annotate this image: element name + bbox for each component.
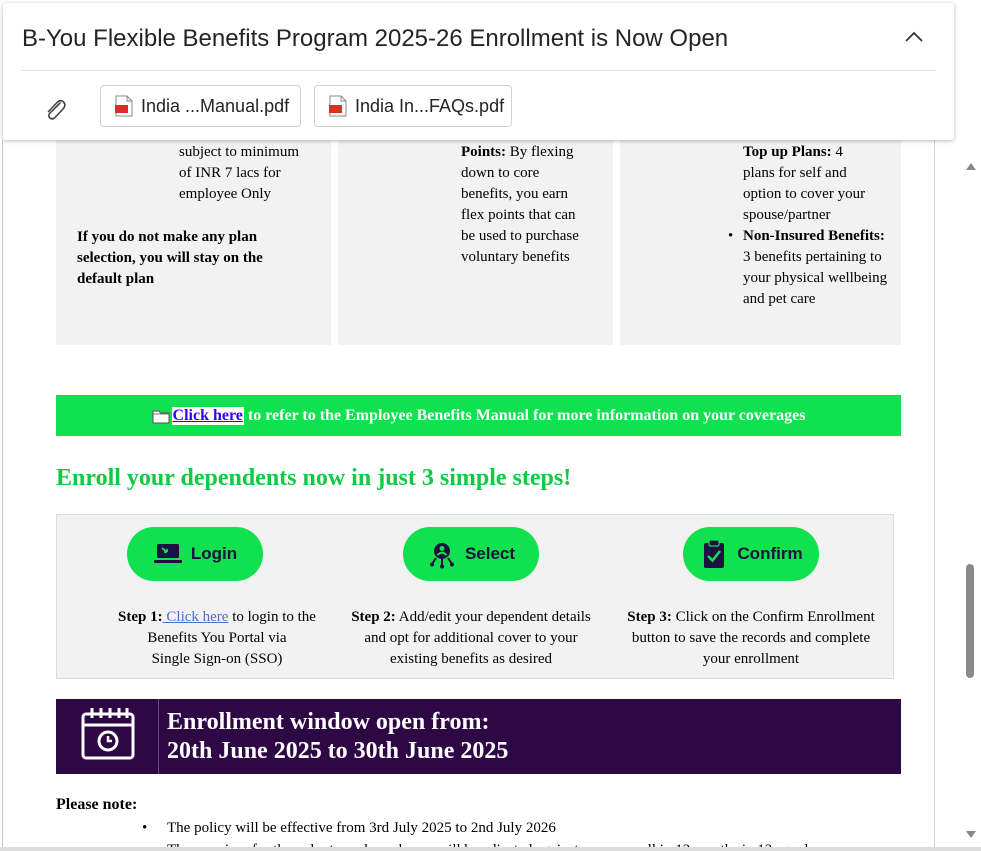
- steps-heading: Enroll your dependents now in just 3 sim…: [56, 465, 572, 491]
- laptop-icon: [153, 544, 182, 563]
- step-1-line: Single Sign-on (SSO): [151, 651, 283, 667]
- select-button-label: Select: [464, 544, 516, 563]
- card2-line: benefits, you earn: [461, 186, 569, 202]
- step-3-label: Step 3:: [627, 609, 672, 625]
- benefit-card-core: subject to minimum of INR 7 lacs for emp…: [56, 140, 331, 345]
- steps-panel: Login Select Confirm Step 1: Click here …: [56, 514, 894, 679]
- step-1-line: Benefits You Portal via: [147, 630, 287, 646]
- email-subject: B-You Flexible Benefits Program 2025-26 …: [22, 25, 729, 52]
- login-button-label: Login: [190, 544, 238, 563]
- card3-line: option to cover your: [743, 186, 866, 202]
- message-header: B-You Flexible Benefits Program 2025-26 …: [3, 3, 954, 140]
- card1-line: subject to minimum: [179, 144, 299, 160]
- person-network-icon: [429, 543, 454, 569]
- portal-login-link[interactable]: Click here: [163, 609, 228, 625]
- notes-list: The policy will be effective from 3rd Ju…: [142, 817, 809, 851]
- card1-lines: subject to minimum of INR 7 lacs for emp…: [179, 142, 299, 205]
- attachment-faqs[interactable]: India In...FAQs.pdf: [314, 85, 512, 127]
- confirm-button-label: Confirm: [737, 544, 803, 563]
- confirm-button[interactable]: Confirm: [683, 527, 819, 581]
- folder-icon: [152, 410, 170, 423]
- flex-points-label: Points:: [461, 144, 506, 160]
- manual-banner-text: to refer to the Employee Benefits Manual…: [243, 406, 806, 424]
- step-2-text: Step 2: Add/edit your dependent details …: [341, 607, 601, 670]
- card3-line: spouse/partner: [743, 207, 831, 223]
- non-insured-label: Non-Insured Benefits:: [743, 228, 885, 244]
- manual-banner: Click here to refer to the Employee Bene…: [56, 395, 901, 436]
- attachment-manual[interactable]: India ...Manual.pdf: [100, 85, 301, 127]
- select-button[interactable]: Select: [403, 527, 539, 581]
- attachment-name: India ...Manual.pdf: [141, 95, 290, 116]
- card3-cut-line: Top up Plans: 4: [743, 142, 893, 163]
- step-1-text: Step 1: Click here to login to the Benef…: [81, 607, 353, 670]
- non-insured-bullet: • Non-Insured Benefits: 3 benefits perta…: [728, 226, 893, 310]
- calendar-box: [56, 699, 159, 774]
- attachment-name: India In...FAQs.pdf: [355, 95, 505, 116]
- card1-line: employee Only: [179, 186, 272, 202]
- login-button[interactable]: Login: [127, 527, 263, 581]
- enrollment-window-dates: 20th June 2025 to 30th June 2025: [167, 738, 509, 764]
- non-insured-text: 3 benefits pertaining to your physical w…: [743, 249, 888, 307]
- enrollment-window-title: Enrollment window open from:: [167, 709, 490, 735]
- scroll-down-arrow-icon[interactable]: [966, 831, 976, 838]
- reading-pane-border: [2, 140, 3, 851]
- collapse-header-button[interactable]: [899, 25, 929, 51]
- enrollment-window-banner: Enrollment window open from: 20th June 2…: [56, 699, 901, 774]
- calendar-icon: [81, 708, 135, 760]
- card3-text: Top up Plans: 4 plans for self and optio…: [728, 142, 893, 310]
- enrollment-window-text: Enrollment window open from: 20th June 2…: [167, 708, 508, 766]
- default-plan-note: If you do not make any plan selection, y…: [77, 229, 263, 287]
- card2-line: be used to purchase: [461, 228, 579, 244]
- card2-line: voluntary benefits: [461, 249, 570, 265]
- window-bottom-edge: [0, 847, 981, 851]
- step-2-description: Add/edit your dependent details and opt …: [364, 609, 591, 667]
- benefit-card-voluntary: Top up Plans: 4 plans for self and optio…: [620, 140, 901, 345]
- note-item: The policy will be effective from 3rd Ju…: [142, 817, 809, 839]
- card2-line: flex points that can: [461, 207, 576, 223]
- clipboard-check-icon: [704, 539, 725, 568]
- notes-title: Please note:: [56, 796, 138, 813]
- card2-line: down to core: [461, 165, 540, 181]
- step-3-text: Step 3: Click on the Confirm Enrollment …: [617, 607, 885, 670]
- top-up-label: Top up Plans:: [743, 144, 832, 160]
- paperclip-icon: [47, 99, 66, 120]
- benefit-card-flex-points: Points: By flexing down to core benefits…: [338, 140, 613, 345]
- card3-line: plans for self and: [743, 165, 847, 181]
- card3-cut-text: 4: [831, 144, 843, 160]
- vertical-scrollbar[interactable]: [959, 155, 981, 851]
- manual-link[interactable]: Click here: [171, 406, 244, 425]
- card2-text: Points: By flexing down to core benefits…: [461, 142, 606, 268]
- step-1-text-part: to login to the: [228, 609, 316, 625]
- pdf-icon: [329, 95, 347, 117]
- pdf-icon: [115, 95, 133, 117]
- step-1-line: Step 1: Click here to login to the: [81, 607, 353, 628]
- scroll-up-arrow-icon[interactable]: [966, 163, 976, 170]
- reading-pane-border: [934, 140, 935, 851]
- card2-cut-text: By flexing: [506, 144, 574, 160]
- step-2-label: Step 2:: [351, 609, 396, 625]
- card1-line: of INR 7 lacs for: [179, 165, 281, 181]
- scrollbar-thumb[interactable]: [966, 564, 974, 678]
- header-divider: [21, 70, 936, 71]
- step-1-label: Step 1:: [118, 609, 163, 625]
- card2-cut-line: Points: By flexing: [461, 142, 606, 163]
- bullet-icon: •: [728, 228, 734, 244]
- chevron-up-icon: [905, 31, 923, 42]
